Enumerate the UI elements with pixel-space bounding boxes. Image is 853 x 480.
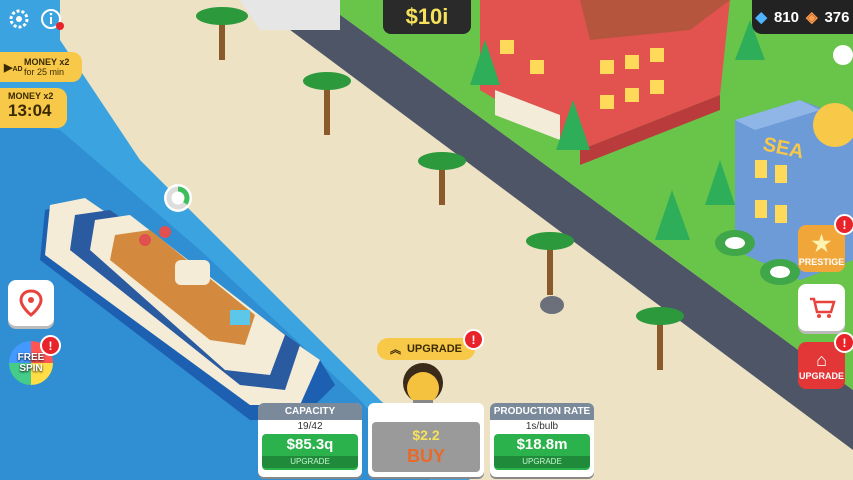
map-button[interactable]: [8, 280, 54, 326]
buy-panel: $2.2 BUY: [368, 403, 484, 477]
ad-play-icon: ▶AD: [4, 61, 23, 74]
production-value: 1s/bulb: [525, 421, 559, 432]
star-icon: ★: [811, 230, 832, 256]
prestige-alert-badge: !: [834, 214, 853, 235]
money-value: $10i: [405, 4, 449, 29]
free-spin-line1: FREE: [17, 352, 45, 363]
capacity-value: 19/42: [297, 421, 323, 432]
capacity-upgrade-button[interactable]: $85.3q UPGRADE: [262, 434, 358, 470]
progress-ring: [164, 184, 192, 212]
capacity-panel: CAPACITY 19/42 $85.3q UPGRADE: [258, 403, 362, 477]
upgrade-alert-badge: !: [834, 332, 853, 353]
ad-money-boost-button[interactable]: ▶AD MONEY x2 for 25 min: [0, 52, 82, 82]
ad-boost-subtitle: for 25 min: [24, 67, 65, 77]
ticket-count: 376: [824, 8, 850, 26]
chevrons-up-icon: ︽: [389, 344, 401, 356]
boost-timer-time: 13:04: [8, 101, 52, 120]
shop-button[interactable]: [798, 284, 845, 331]
settings-gear-icon[interactable]: [8, 8, 30, 30]
production-action: UPGRADE: [494, 456, 590, 468]
side-ring-icon: [833, 45, 853, 65]
upgrade-house-icon: ⌂: [816, 350, 827, 370]
money-counter: $10i: [383, 0, 471, 34]
free-spin-alert-badge: !: [40, 335, 61, 356]
money-boost-timer: MONEY x2 13:04: [0, 88, 67, 128]
capacity-cost: $85.3q: [286, 436, 334, 453]
notification-dot: [56, 22, 64, 30]
production-rate-panel: PRODUCTION RATE 1s/bulb $18.8m UPGRADE: [490, 403, 594, 477]
free-spin-line2: SPIN: [19, 363, 43, 374]
ad-boost-title: MONEY x2: [24, 57, 70, 67]
capacity-action: UPGRADE: [262, 456, 358, 468]
ad-label: AD: [12, 65, 23, 73]
upgrade-pill-alert-badge: !: [463, 329, 484, 350]
production-cost: $18.8m: [516, 436, 568, 453]
ticket-icon: ◈: [805, 9, 818, 26]
buy-price: $2.2: [412, 427, 440, 443]
production-title: PRODUCTION RATE: [490, 403, 594, 420]
capacity-title: CAPACITY: [258, 403, 362, 420]
buy-button[interactable]: $2.2 BUY: [372, 422, 480, 472]
upgrade-pill-button[interactable]: ︽ UPGRADE: [377, 338, 475, 360]
map-pin-icon: [19, 289, 43, 317]
buy-label: BUY: [406, 446, 445, 466]
rock: [540, 296, 564, 314]
info-icon[interactable]: [40, 8, 64, 30]
gem-icon: ◆: [755, 9, 768, 26]
production-upgrade-button[interactable]: $18.8m UPGRADE: [494, 434, 590, 470]
upgrade-side-label: UPGRADE: [798, 371, 844, 381]
gem-count: 810: [773, 8, 799, 26]
boost-timer-title: MONEY x2: [8, 91, 54, 101]
upgrade-pill-label: UPGRADE: [406, 343, 462, 355]
prestige-label: PRESTIGE: [798, 256, 845, 267]
shopping-cart-icon: [809, 297, 836, 318]
currency-bar[interactable]: ◆ 810 ◈ 376: [752, 0, 853, 34]
